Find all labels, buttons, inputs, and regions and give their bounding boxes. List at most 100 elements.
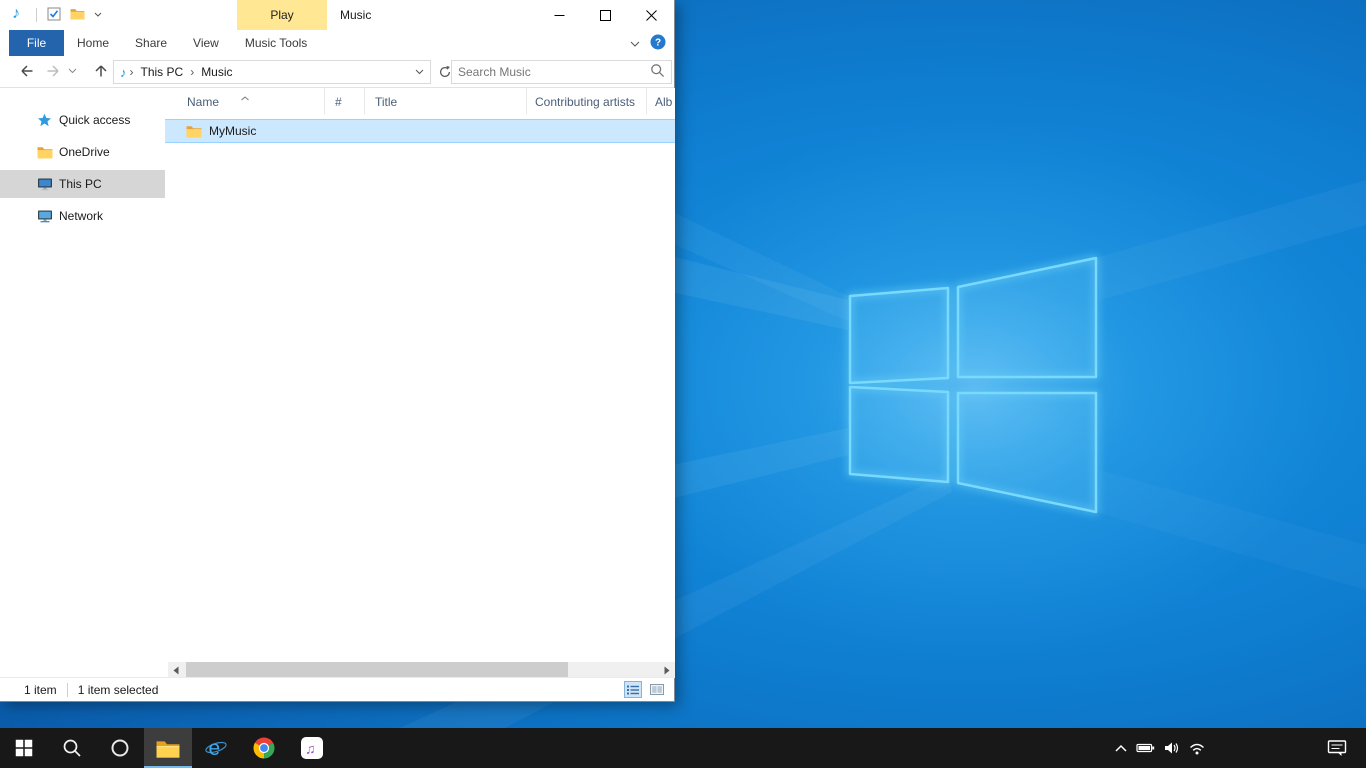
folder-icon bbox=[186, 125, 202, 138]
taskbar-file-explorer-button[interactable] bbox=[144, 728, 192, 768]
large-icons-view-button[interactable] bbox=[648, 681, 666, 698]
maximize-button[interactable] bbox=[582, 0, 628, 30]
network-icon bbox=[36, 209, 53, 223]
file-explorer-icon bbox=[155, 738, 181, 759]
quick-access-toolbar bbox=[47, 7, 102, 21]
forward-button[interactable] bbox=[45, 63, 61, 79]
command-bar: ♪ › This PC › Music bbox=[0, 56, 674, 88]
hidden-icons-chevron-up-icon[interactable] bbox=[1115, 744, 1127, 753]
selection-count: 1 item selected bbox=[78, 683, 159, 697]
new-folder-icon[interactable] bbox=[70, 8, 85, 20]
separator bbox=[36, 8, 37, 22]
column-label: Title bbox=[375, 95, 397, 109]
sidebar-item-label: Network bbox=[59, 209, 103, 223]
column-header-name[interactable]: Name bbox=[165, 88, 325, 114]
search-input[interactable] bbox=[458, 65, 650, 79]
file-list-pane: Name # Title Contributing artists Alb bbox=[165, 88, 675, 678]
status-bar: 1 item 1 item selected bbox=[0, 677, 674, 701]
item-count: 1 item bbox=[24, 683, 57, 697]
music-tools-play-tab[interactable]: Play bbox=[237, 0, 327, 30]
start-button[interactable] bbox=[0, 728, 48, 768]
sidebar-item-label: OneDrive bbox=[59, 145, 110, 159]
taskbar: e ♫ bbox=[0, 728, 1366, 768]
search-icon[interactable] bbox=[650, 63, 665, 81]
search-icon bbox=[62, 738, 82, 758]
cortana-button[interactable] bbox=[96, 728, 144, 768]
action-center-button[interactable] bbox=[1320, 728, 1354, 768]
column-label: Alb bbox=[655, 95, 672, 109]
column-label: # bbox=[335, 95, 342, 109]
battery-icon[interactable] bbox=[1136, 740, 1155, 756]
minimize-button[interactable] bbox=[536, 0, 582, 30]
scroll-right-arrow-icon[interactable] bbox=[659, 662, 675, 678]
tab-home[interactable]: Home bbox=[64, 30, 122, 56]
caption-buttons bbox=[536, 0, 674, 30]
action-center-icon bbox=[1327, 739, 1347, 757]
sidebar-item-onedrive[interactable]: OneDrive bbox=[0, 138, 165, 166]
ribbon-tab-bar: File Home Share View Music Tools ? bbox=[0, 30, 674, 56]
breadcrumb-separator-icon: › bbox=[127, 65, 137, 79]
sidebar-item-label: This PC bbox=[59, 177, 102, 191]
volume-icon[interactable] bbox=[1164, 740, 1180, 756]
scroll-left-arrow-icon[interactable] bbox=[168, 662, 184, 678]
back-button[interactable] bbox=[19, 63, 35, 79]
address-dropdown-chevron-icon[interactable] bbox=[408, 61, 430, 83]
breadcrumb-music[interactable]: Music bbox=[197, 65, 236, 79]
sidebar-item-quick-access[interactable]: Quick access bbox=[0, 106, 165, 134]
breadcrumb-this-pc[interactable]: This PC bbox=[137, 65, 188, 79]
file-row-mymusic[interactable]: MyMusic bbox=[165, 119, 675, 143]
column-header-contributing-artists[interactable]: Contributing artists bbox=[527, 88, 647, 114]
column-header-number[interactable]: # bbox=[325, 88, 365, 114]
titlebar: ♪ Play Music bbox=[0, 0, 674, 30]
sort-ascending-icon bbox=[240, 90, 249, 104]
svg-text:♫: ♫ bbox=[305, 741, 316, 757]
properties-icon[interactable] bbox=[47, 7, 61, 21]
address-bar[interactable]: ♪ › This PC › Music bbox=[113, 60, 431, 84]
expand-ribbon-chevron-icon[interactable] bbox=[630, 36, 640, 50]
scrollbar-thumb[interactable] bbox=[186, 662, 568, 678]
internet-explorer-icon: e bbox=[204, 736, 228, 760]
column-header-title[interactable]: Title bbox=[365, 88, 527, 114]
breadcrumb-separator-icon: › bbox=[187, 65, 197, 79]
window-body: Quick access OneDrive This PC bbox=[0, 88, 675, 678]
navigation-pane: Quick access OneDrive This PC bbox=[0, 88, 165, 678]
itunes-icon: ♫ bbox=[300, 736, 324, 760]
taskbar-itunes-button[interactable]: ♫ bbox=[288, 728, 336, 768]
column-header-album[interactable]: Alb bbox=[647, 88, 675, 114]
sidebar-item-this-pc[interactable]: This PC bbox=[0, 170, 165, 198]
taskbar-search-button[interactable] bbox=[48, 728, 96, 768]
taskbar-chrome-button[interactable] bbox=[240, 728, 288, 768]
column-label: Name bbox=[187, 95, 219, 109]
file-name: MyMusic bbox=[209, 124, 256, 138]
tab-share[interactable]: Share bbox=[122, 30, 180, 56]
tab-music-tools[interactable]: Music Tools bbox=[232, 30, 320, 56]
sidebar-item-network[interactable]: Network bbox=[0, 202, 165, 230]
file-menu-button[interactable]: File bbox=[9, 30, 64, 56]
system-tray bbox=[1115, 728, 1205, 768]
svg-text:?: ? bbox=[655, 37, 661, 48]
cortana-icon bbox=[110, 738, 130, 758]
taskbar-internet-explorer-button[interactable]: e bbox=[192, 728, 240, 768]
chrome-icon bbox=[252, 736, 276, 760]
horizontal-scrollbar[interactable] bbox=[168, 662, 675, 678]
desktop: ♪ Play Music bbox=[0, 0, 1366, 768]
up-button[interactable] bbox=[93, 63, 109, 79]
details-view-button[interactable] bbox=[624, 681, 642, 698]
customize-qat-chevron-down-icon[interactable] bbox=[94, 12, 102, 17]
svg-text:e: e bbox=[209, 737, 221, 760]
column-label: Contributing artists bbox=[535, 95, 635, 109]
close-button[interactable] bbox=[628, 0, 674, 30]
search-box bbox=[451, 60, 672, 84]
recent-locations-chevron-icon[interactable] bbox=[68, 68, 77, 74]
help-icon[interactable]: ? bbox=[650, 34, 666, 53]
wifi-icon[interactable] bbox=[1189, 741, 1205, 755]
ribbon-controls: ? bbox=[630, 30, 666, 56]
start-icon bbox=[15, 739, 33, 757]
column-header-row: Name # Title Contributing artists Alb bbox=[165, 88, 675, 114]
tab-view[interactable]: View bbox=[180, 30, 232, 56]
computer-icon bbox=[36, 177, 53, 191]
file-explorer-window: ♪ Play Music bbox=[0, 0, 675, 702]
star-icon bbox=[36, 113, 53, 127]
window-title: Music bbox=[340, 0, 371, 30]
folder-icon bbox=[36, 146, 53, 159]
